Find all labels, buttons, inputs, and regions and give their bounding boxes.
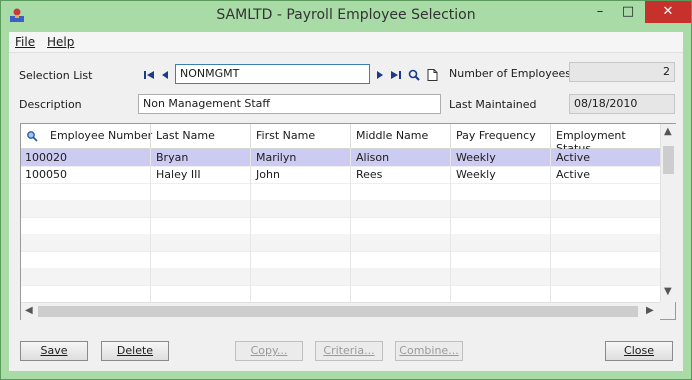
column-header-middle-name[interactable]: Middle Name <box>356 129 428 142</box>
maximize-button[interactable]: □ <box>613 1 643 23</box>
criteria-button[interactable]: Criteria... <box>315 341 383 361</box>
empty-row[interactable] <box>21 217 660 235</box>
new-document-icon[interactable] <box>425 68 439 82</box>
finder-icon[interactable] <box>407 68 421 82</box>
scroll-left-icon[interactable]: ◀ <box>25 305 33 316</box>
grid-header: Employee Number Last Name First Name Mid… <box>21 124 660 155</box>
empty-row[interactable] <box>21 251 660 269</box>
minimize-button[interactable]: – <box>585 1 615 23</box>
combine-button-label: Combine... <box>399 344 459 357</box>
num-employees-field: 2 <box>569 62 675 82</box>
table-row[interactable]: 100020 Bryan Marilyn Alison Weekly Activ… <box>21 149 660 167</box>
scroll-up-icon[interactable]: ▲ <box>664 126 672 137</box>
last-maintained-field: 08/18/2010 <box>569 94 675 114</box>
grid-search-icon[interactable] <box>26 130 38 142</box>
next-record-icon[interactable] <box>373 68 387 82</box>
num-employees-label: Number of Employees <box>449 67 571 80</box>
column-header-employee-number[interactable]: Employee Number <box>50 129 152 142</box>
close-button[interactable]: Close <box>605 341 673 361</box>
column-header-pay-frequency[interactable]: Pay Frequency <box>456 129 536 142</box>
combine-button[interactable]: Combine... <box>395 341 463 361</box>
title-bar[interactable]: SAMLTD - Payroll Employee Selection – □ … <box>1 1 691 31</box>
table-row[interactable]: 100050 Haley III John Rees Weekly Active <box>21 166 660 184</box>
cell-middle-name: Alison <box>356 151 390 164</box>
cell-pay-frequency: Weekly <box>456 151 496 164</box>
menu-file[interactable]: File <box>15 35 35 49</box>
empty-row[interactable] <box>21 234 660 252</box>
client-area: File Help Selection List NONMGMT Number … <box>9 32 683 371</box>
close-window-button[interactable]: ✕ <box>645 1 691 23</box>
description-label: Description <box>19 98 82 111</box>
first-record-icon[interactable] <box>142 68 156 82</box>
last-maintained-label: Last Maintained <box>449 98 537 111</box>
selection-list-label: Selection List <box>19 69 93 82</box>
selection-list-input[interactable]: NONMGMT <box>175 64 370 84</box>
scroll-right-icon[interactable]: ▶ <box>646 305 654 316</box>
scroll-corner <box>660 302 675 319</box>
copy-button-label: Copy... <box>250 344 288 357</box>
column-header-first-name[interactable]: First Name <box>256 129 315 142</box>
vertical-scroll-thumb[interactable] <box>663 146 674 174</box>
cell-middle-name: Rees <box>356 168 383 181</box>
scroll-down-icon[interactable]: ▼ <box>664 286 672 297</box>
employee-grid[interactable]: Employee Number Last Name First Name Mid… <box>20 123 676 320</box>
close-button-label: Close <box>624 344 654 357</box>
horizontal-scroll-thumb[interactable] <box>38 306 638 317</box>
column-header-last-name[interactable]: Last Name <box>156 129 215 142</box>
criteria-button-label: Criteria... <box>323 344 375 357</box>
cell-employment-status: Active <box>556 168 591 181</box>
copy-button[interactable]: Copy... <box>235 341 303 361</box>
menu-help[interactable]: Help <box>47 35 74 49</box>
cell-employee-number: 100050 <box>25 168 67 181</box>
application-window: SAMLTD - Payroll Employee Selection – □ … <box>0 0 692 380</box>
delete-button[interactable]: Delete <box>101 341 169 361</box>
description-input[interactable]: Non Management Staff <box>138 94 441 114</box>
save-button[interactable]: Save <box>20 341 88 361</box>
delete-button-label: Delete <box>116 344 154 357</box>
menu-bar: File Help <box>9 32 683 53</box>
cell-employment-status: Active <box>556 151 591 164</box>
last-record-icon[interactable] <box>389 68 403 82</box>
cell-last-name: Haley III <box>156 168 201 181</box>
vertical-scrollbar[interactable]: ▲ ▼ <box>660 124 676 302</box>
empty-row[interactable] <box>21 285 660 301</box>
cell-last-name: Bryan <box>156 151 189 164</box>
cell-employee-number: 100020 <box>25 151 67 164</box>
horizontal-scrollbar[interactable]: ◀ ▶ <box>21 302 660 320</box>
cell-first-name: John <box>256 168 280 181</box>
cell-first-name: Marilyn <box>256 151 297 164</box>
previous-record-icon[interactable] <box>158 68 172 82</box>
empty-row[interactable] <box>21 200 660 218</box>
empty-row[interactable] <box>21 268 660 286</box>
save-button-label: Save <box>40 344 68 357</box>
empty-row[interactable] <box>21 183 660 201</box>
cell-pay-frequency: Weekly <box>456 168 496 181</box>
